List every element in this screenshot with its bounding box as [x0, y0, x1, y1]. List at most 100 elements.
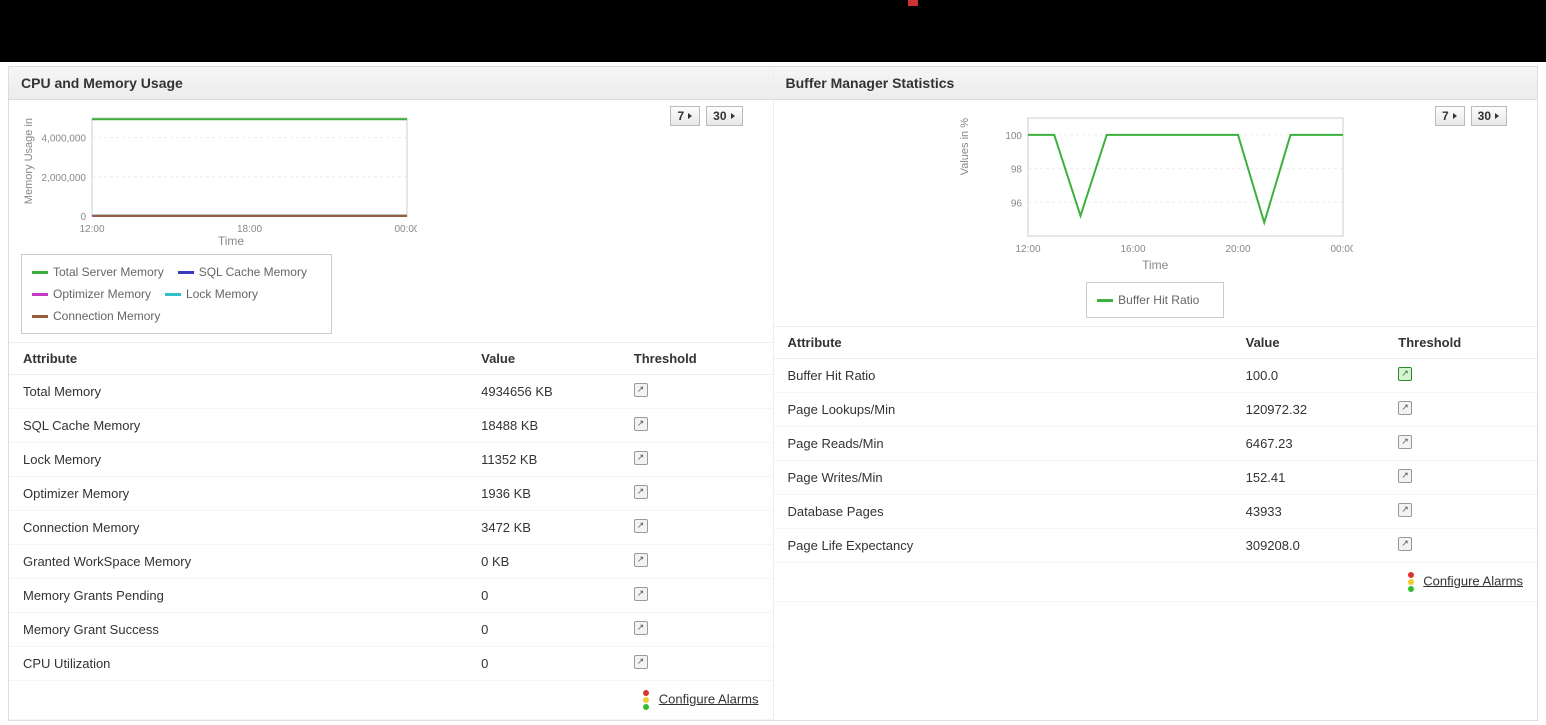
y-axis-label: Values in %	[957, 108, 973, 185]
panel-title: CPU and Memory Usage	[9, 67, 773, 100]
col-value: Value	[467, 343, 620, 375]
legend-item: Optimizer Memory	[32, 283, 151, 305]
attr-cell: Buffer Hit Ratio	[774, 359, 1232, 393]
threshold-icon[interactable]	[634, 587, 648, 601]
attr-cell: Database Pages	[774, 495, 1232, 529]
attr-cell: Total Memory	[9, 375, 467, 409]
threshold-icon[interactable]	[634, 621, 648, 635]
top-bar	[0, 0, 1546, 62]
indicator-dot	[908, 0, 918, 6]
svg-text:20:00: 20:00	[1226, 244, 1251, 255]
legend-right: Buffer Hit Ratio	[1086, 282, 1224, 318]
table-row: Connection Memory3472 KB	[9, 511, 773, 545]
svg-text:12:00: 12:00	[1016, 244, 1041, 255]
x-axis-label: Time	[965, 258, 1345, 272]
table-row: CPU Utilization0	[9, 647, 773, 681]
attr-cell: Page Life Expectancy	[774, 529, 1232, 563]
table-row: SQL Cache Memory18488 KB	[9, 409, 773, 443]
legend-item: SQL Cache Memory	[178, 261, 307, 283]
threshold-icon[interactable]	[1398, 435, 1412, 449]
y-axis-label: Memory Usage in	[21, 108, 37, 214]
range-7-button[interactable]: 7	[670, 106, 700, 126]
svg-text:96: 96	[1011, 198, 1023, 209]
legend-item: Total Server Memory	[32, 261, 164, 283]
svg-text:98: 98	[1011, 165, 1023, 176]
threshold-icon[interactable]	[634, 417, 648, 431]
threshold-cell	[620, 409, 773, 443]
value-cell: 11352 KB	[467, 443, 620, 477]
table-row: Memory Grants Pending0	[9, 579, 773, 613]
range-30-button[interactable]: 30	[1471, 106, 1507, 126]
value-cell: 0 KB	[467, 545, 620, 579]
legend-item: Connection Memory	[32, 305, 160, 327]
threshold-cell	[620, 477, 773, 511]
attr-cell: CPU Utilization	[9, 647, 467, 681]
attr-cell: Memory Grants Pending	[9, 579, 467, 613]
threshold-cell	[1384, 461, 1537, 495]
configure-alarms-link[interactable]: Configure Alarms	[1423, 573, 1523, 588]
threshold-icon[interactable]	[1398, 503, 1412, 517]
configure-alarms-link[interactable]: Configure Alarms	[659, 691, 759, 706]
attr-cell: Connection Memory	[9, 511, 467, 545]
attr-cell: Lock Memory	[9, 443, 467, 477]
table-row: Optimizer Memory1936 KB	[9, 477, 773, 511]
memory-usage-chart: 02,000,0004,000,00012:0018:0000:00	[37, 108, 417, 238]
table-row: Lock Memory11352 KB	[9, 443, 773, 477]
threshold-icon[interactable]	[634, 655, 648, 669]
legend-swatch	[32, 315, 48, 318]
value-cell: 3472 KB	[467, 511, 620, 545]
legend-swatch	[165, 293, 181, 296]
value-cell: 18488 KB	[467, 409, 620, 443]
cpu-memory-table: Attribute Value Threshold Total Memory49…	[9, 342, 773, 720]
threshold-icon[interactable]	[1398, 367, 1412, 381]
value-cell: 309208.0	[1232, 529, 1385, 563]
threshold-icon[interactable]	[634, 451, 648, 465]
threshold-cell	[620, 579, 773, 613]
traffic-light-icon	[643, 689, 651, 711]
threshold-icon[interactable]	[634, 519, 648, 533]
value-cell: 0	[467, 579, 620, 613]
threshold-icon[interactable]	[634, 553, 648, 567]
legend-left: Total Server Memory SQL Cache Memory Optim…	[21, 254, 332, 334]
value-cell: 100.0	[1232, 359, 1385, 393]
attr-cell: Page Reads/Min	[774, 427, 1232, 461]
threshold-icon[interactable]	[634, 383, 648, 397]
svg-text:12:00: 12:00	[79, 224, 104, 235]
legend-swatch	[32, 271, 48, 274]
attr-cell: Optimizer Memory	[9, 477, 467, 511]
table-row: Page Lookups/Min120972.32	[774, 393, 1538, 427]
table-row: Page Life Expectancy309208.0	[774, 529, 1538, 563]
chart-zone-right: 7 30 Values in % 969810012:0016:0020:000…	[774, 100, 1538, 326]
chart-zone-left: 7 30 Memory Usage in 02,000,0004,000,000…	[9, 100, 773, 342]
table-row: Memory Grant Success0	[9, 613, 773, 647]
threshold-cell	[1384, 359, 1537, 393]
threshold-cell	[620, 545, 773, 579]
threshold-icon[interactable]	[634, 485, 648, 499]
threshold-cell	[620, 613, 773, 647]
table-row: Page Writes/Min152.41	[774, 461, 1538, 495]
range-30-button[interactable]: 30	[706, 106, 742, 126]
attr-cell: Page Writes/Min	[774, 461, 1232, 495]
value-cell: 6467.23	[1232, 427, 1385, 461]
svg-text:4,000,000: 4,000,000	[42, 134, 87, 145]
legend-swatch	[178, 271, 194, 274]
buffer-table: Attribute Value Threshold Buffer Hit Rat…	[774, 326, 1538, 602]
col-attribute: Attribute	[9, 343, 467, 375]
svg-text:00:00: 00:00	[1331, 244, 1354, 255]
range-buttons-left: 7 30	[670, 106, 742, 126]
threshold-icon[interactable]	[1398, 401, 1412, 415]
range-7-button[interactable]: 7	[1435, 106, 1465, 126]
col-attribute: Attribute	[774, 327, 1232, 359]
table-row: Total Memory4934656 KB	[9, 375, 773, 409]
buffer-hit-chart: 969810012:0016:0020:0000:00	[973, 108, 1353, 258]
table-row: Database Pages43933	[774, 495, 1538, 529]
legend-swatch	[32, 293, 48, 296]
value-cell: 120972.32	[1232, 393, 1385, 427]
threshold-cell	[620, 511, 773, 545]
buffer-manager-panel: Buffer Manager Statistics 7 30 Values in…	[774, 67, 1538, 720]
attr-cell: SQL Cache Memory	[9, 409, 467, 443]
svg-text:00:00: 00:00	[394, 224, 417, 235]
value-cell: 0	[467, 613, 620, 647]
threshold-icon[interactable]	[1398, 469, 1412, 483]
threshold-icon[interactable]	[1398, 537, 1412, 551]
